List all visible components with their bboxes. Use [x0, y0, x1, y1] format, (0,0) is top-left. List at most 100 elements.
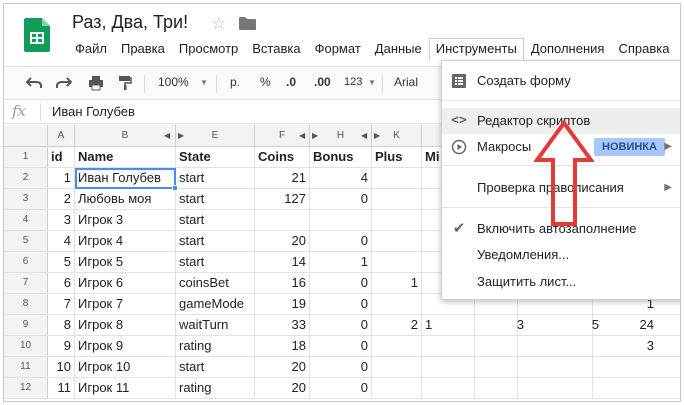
table-cell[interactable]: Игрок 6 [75, 273, 176, 294]
table-cell[interactable]: Игрок 5 [75, 252, 176, 273]
table-cell[interactable]: start [176, 210, 255, 231]
table-cell[interactable] [372, 294, 422, 315]
table-cell[interactable]: waitTurn [176, 315, 255, 336]
header-cell[interactable]: State [176, 147, 255, 168]
star-icon[interactable]: ☆ [211, 14, 226, 34]
table-cell[interactable]: 0 [310, 357, 372, 378]
folder-icon[interactable] [239, 17, 256, 30]
table-cell[interactable]: 5 [48, 252, 75, 273]
table-cell[interactable] [422, 357, 680, 378]
table-cell[interactable]: 21 [255, 168, 310, 189]
table-cell[interactable]: 1 [310, 252, 372, 273]
table-cell[interactable]: Иван Голубев [75, 168, 176, 189]
table-cell[interactable]: 0 [310, 315, 372, 336]
more-formats-button[interactable]: 123 [344, 76, 362, 88]
formula-input[interactable]: Иван Голубев [52, 104, 135, 119]
hidden-columns-right-arrow-icon[interactable]: ▶ [312, 131, 318, 140]
table-cell[interactable]: Игрок 11 [75, 378, 176, 399]
table-cell[interactable]: 10 [48, 357, 75, 378]
row-header[interactable]: 4 [4, 210, 48, 231]
table-cell[interactable]: 0 [310, 294, 372, 315]
header-cell[interactable]: Name [75, 147, 176, 168]
table-cell[interactable]: Игрок 10 [75, 357, 176, 378]
menu-item-create-form[interactable]: Создать форму [442, 68, 680, 94]
table-cell[interactable]: 9 [48, 336, 75, 357]
table-cell[interactable]: 0 [310, 336, 372, 357]
row-header[interactable]: 6 [4, 252, 48, 273]
menu-help[interactable]: Справка [611, 38, 676, 60]
column-header-e[interactable]: E [176, 125, 255, 147]
menu-view[interactable]: Просмотр [172, 38, 245, 60]
selection-fill-handle[interactable] [172, 185, 178, 191]
table-cell[interactable]: 14 [255, 252, 310, 273]
table-cell[interactable] [310, 210, 372, 231]
table-cell[interactable]: 127 [255, 189, 310, 210]
table-cell[interactable]: start [176, 231, 255, 252]
hidden-columns-left-arrow-icon[interactable]: ◀ [299, 131, 305, 140]
table-cell[interactable]: coinsBet [176, 273, 255, 294]
menu-insert[interactable]: Вставка [245, 38, 307, 60]
table-cell[interactable]: 0 [310, 378, 372, 399]
sheets-logo-icon[interactable] [24, 18, 50, 52]
table-cell[interactable]: 5 [579, 315, 599, 336]
table-cell[interactable]: rating [176, 336, 255, 357]
row-header[interactable]: 8 [4, 294, 48, 315]
table-cell[interactable]: gameMode [176, 294, 255, 315]
table-cell[interactable] [372, 378, 422, 399]
table-cell[interactable]: 3 [634, 336, 654, 357]
table-cell[interactable] [372, 336, 422, 357]
table-cell[interactable]: 7 [48, 294, 75, 315]
table-cell[interactable]: Игрок 9 [75, 336, 176, 357]
header-cell[interactable]: Plus [372, 147, 422, 168]
table-cell[interactable]: 20 [255, 231, 310, 252]
table-cell[interactable]: 3 [48, 210, 75, 231]
menu-data[interactable]: Данные [368, 38, 429, 60]
row-header[interactable]: 1 [4, 147, 48, 168]
menu-item-protect-sheet[interactable]: Защитить лист... [442, 269, 680, 295]
hidden-columns-left-arrow-icon[interactable]: ◀ [164, 131, 170, 140]
table-cell[interactable]: 0 [310, 231, 372, 252]
more-formats-dropdown-icon[interactable]: ▼ [368, 78, 376, 87]
table-cell[interactable]: 16 [255, 273, 310, 294]
menu-addons[interactable]: Дополнения [524, 38, 612, 60]
header-cell[interactable]: Coins [255, 147, 310, 168]
row-header[interactable]: 2 [4, 168, 48, 189]
table-cell[interactable]: 18 [255, 336, 310, 357]
table-cell[interactable]: 24 [634, 315, 654, 336]
header-cell[interactable]: id [48, 147, 75, 168]
table-cell[interactable]: 4 [48, 231, 75, 252]
table-cell[interactable]: start [176, 252, 255, 273]
menu-format[interactable]: Формат [308, 38, 368, 60]
table-cell[interactable]: 4 [310, 168, 372, 189]
table-cell[interactable]: Игрок 8 [75, 315, 176, 336]
currency-format-button[interactable]: р. [230, 75, 240, 89]
table-cell[interactable]: 2 [372, 315, 422, 336]
row-header[interactable]: 9 [4, 315, 48, 336]
table-cell[interactable]: 0 [310, 273, 372, 294]
table-cell[interactable]: 20 [255, 378, 310, 399]
table-cell[interactable] [422, 378, 680, 399]
column-header-a[interactable]: A [48, 125, 75, 147]
hidden-columns-right-arrow-icon[interactable]: ▶ [374, 131, 380, 140]
menu-file[interactable]: Файл [68, 38, 114, 60]
row-header[interactable]: 10 [4, 336, 48, 357]
row-header[interactable]: 3 [4, 189, 48, 210]
row-header[interactable]: 12 [4, 378, 48, 399]
table-cell[interactable]: 1 [48, 168, 75, 189]
table-cell[interactable]: 0 [310, 189, 372, 210]
table-cell[interactable]: 8 [48, 315, 75, 336]
hidden-columns-right-arrow-icon[interactable]: ▶ [178, 131, 184, 140]
document-title[interactable]: Раз, Два, Три! [72, 12, 188, 33]
hidden-columns-left-arrow-icon[interactable]: ◀ [361, 131, 367, 140]
percent-format-button[interactable]: % [260, 75, 271, 89]
table-cell[interactable]: Игрок 4 [75, 231, 176, 252]
undo-icon[interactable] [26, 76, 42, 90]
zoom-select[interactable]: 100% [158, 75, 189, 89]
table-cell[interactable]: 19 [255, 294, 310, 315]
table-cell[interactable]: 20 [255, 357, 310, 378]
paint-format-icon[interactable] [118, 75, 132, 91]
table-cell[interactable]: 1 [372, 273, 422, 294]
table-cell[interactable]: 6 [48, 273, 75, 294]
row-header[interactable]: 5 [4, 231, 48, 252]
table-cell[interactable]: 11 [48, 378, 75, 399]
